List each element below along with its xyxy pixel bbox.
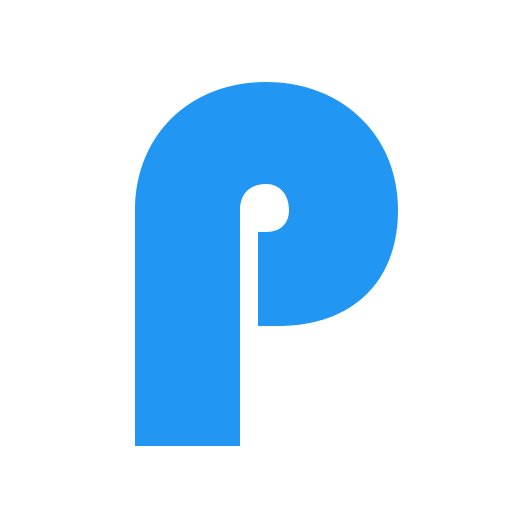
logo-canvas [0,0,512,512]
p-letter-shape [135,82,398,446]
p-logo-icon [135,82,398,446]
